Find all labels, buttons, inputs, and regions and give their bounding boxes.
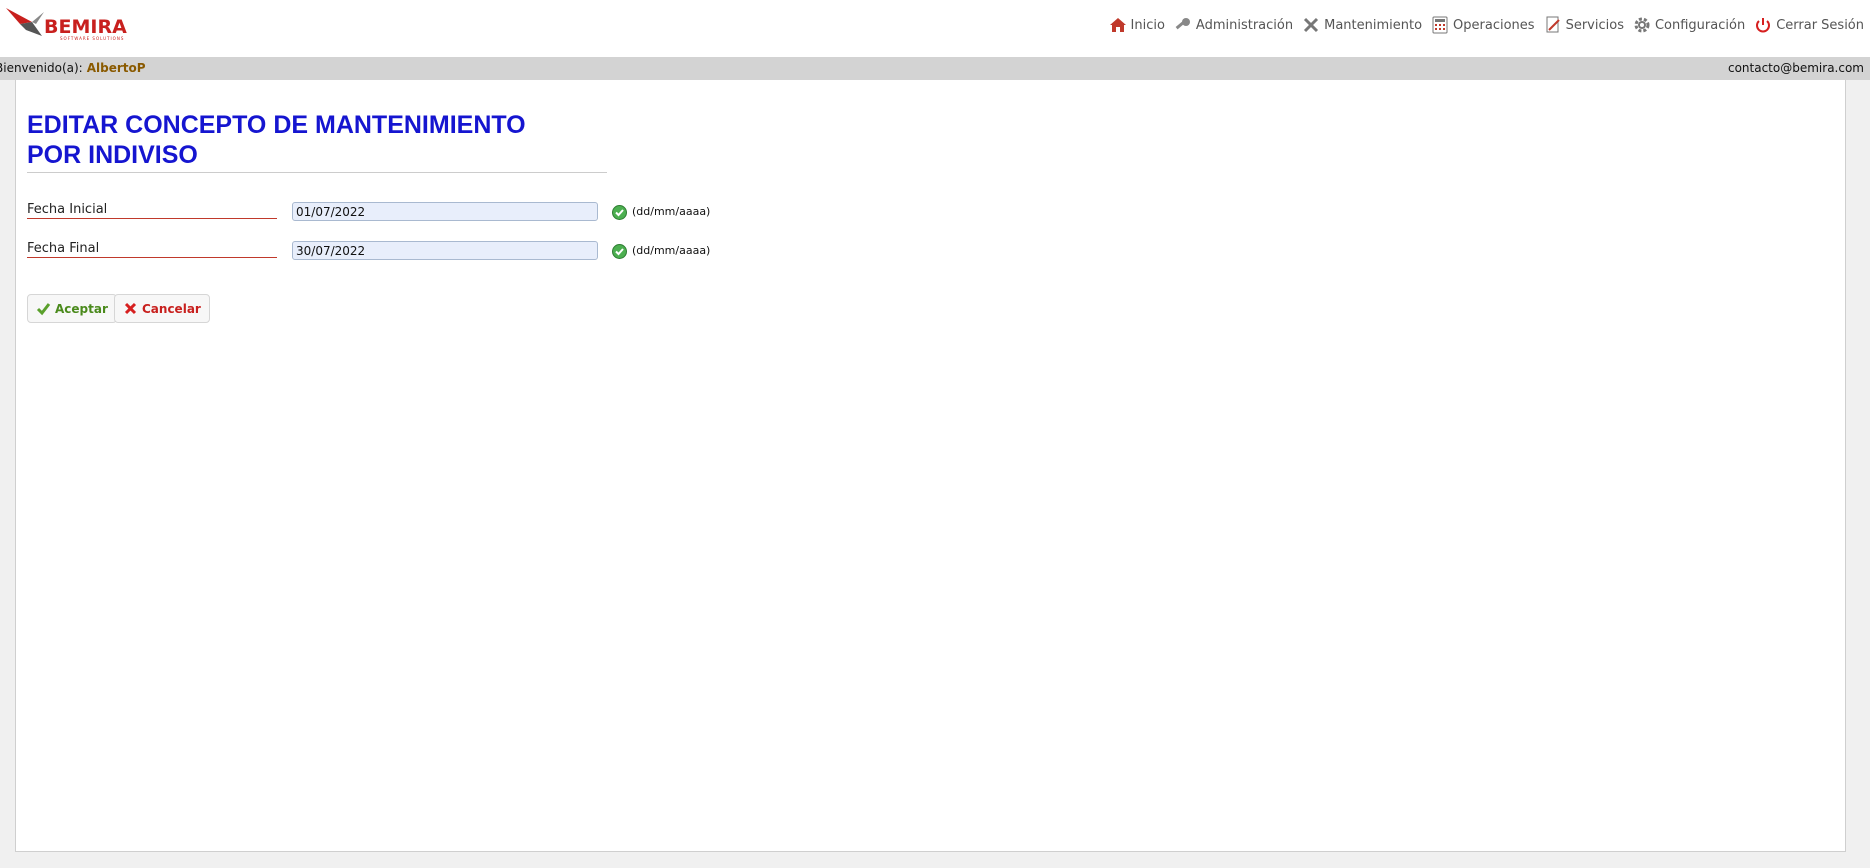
- nav-item-administracion[interactable]: Administración: [1174, 16, 1293, 34]
- nav-label: Configuración: [1654, 17, 1746, 33]
- page-title-line2: POR INDIVISO: [27, 141, 198, 169]
- nav-label: Administración: [1195, 17, 1294, 33]
- key-icon: [1175, 18, 1190, 30]
- nav-label: Operaciones: [1453, 17, 1535, 33]
- top-header: BEMIRA SOFTWARE SOLUTIONS Inicio Adminis…: [0, 0, 1870, 57]
- user-bar: Bienvenido(a): AlbertoP contacto@bemira.c…: [0, 57, 1870, 80]
- nav-item-cerrar-sesion[interactable]: Cerrar Sesión: [1754, 16, 1864, 34]
- nav-item-inicio[interactable]: Inicio: [1109, 16, 1165, 34]
- power-icon: [1756, 18, 1771, 33]
- date-format-hint: (dd/mm/aaaa): [632, 205, 711, 218]
- contact-email: contacto@bemira.com: [1727, 61, 1864, 75]
- fecha-inicial-input[interactable]: [292, 202, 598, 221]
- page-title: EDITAR CONCEPTO DE MANTENIMIENTO POR IND…: [27, 110, 607, 173]
- brand-logo[interactable]: BEMIRA SOFTWARE SOLUTIONS: [6, 6, 131, 46]
- cancel-button[interactable]: Cancelar: [114, 294, 210, 323]
- valid-check-icon: [612, 205, 627, 220]
- main-nav: Inicio Administración Mantenimiento Oper…: [1100, 14, 1864, 36]
- nav-label: Cerrar Sesión: [1776, 17, 1864, 33]
- gear-icon: [1634, 17, 1650, 33]
- accept-button-label: Aceptar: [55, 301, 108, 316]
- valid-check-icon: [612, 244, 627, 259]
- nav-item-servicios[interactable]: Servicios: [1544, 16, 1624, 34]
- document-edit-icon: [1546, 16, 1560, 33]
- tools-icon: [1304, 17, 1319, 33]
- accept-button[interactable]: Aceptar: [27, 294, 117, 323]
- checkmark-icon: [36, 303, 51, 316]
- brand-tagline: SOFTWARE SOLUTIONS: [60, 36, 125, 41]
- close-icon: [124, 302, 137, 315]
- fecha-final-label: Fecha Final: [27, 241, 277, 258]
- main-content: EDITAR CONCEPTO DE MANTENIMIENTO POR IND…: [15, 80, 1846, 852]
- nav-item-operaciones[interactable]: Operaciones: [1431, 16, 1535, 34]
- cancel-button-label: Cancelar: [142, 301, 201, 316]
- calculator-icon: [1432, 16, 1448, 34]
- username: AlbertoP: [86, 61, 146, 75]
- date-format-hint: (dd/mm/aaaa): [632, 244, 711, 257]
- welcome-text: Bienvenido(a): AlbertoP: [0, 61, 146, 75]
- welcome-label: Bienvenido(a):: [0, 61, 83, 75]
- logo-icon: [6, 8, 44, 36]
- page-title-line1: EDITAR CONCEPTO DE MANTENIMIENTO: [27, 111, 526, 139]
- nav-label: Inicio: [1130, 17, 1165, 33]
- fecha-inicial-label: Fecha Inicial: [27, 202, 277, 219]
- nav-label: Servicios: [1565, 17, 1624, 33]
- nav-item-mantenimiento[interactable]: Mantenimiento: [1302, 16, 1422, 34]
- home-icon: [1109, 18, 1126, 32]
- brand-name: BEMIRA: [44, 16, 127, 38]
- nav-label: Mantenimiento: [1324, 17, 1423, 33]
- nav-item-configuracion[interactable]: Configuración: [1633, 16, 1745, 34]
- fecha-final-input[interactable]: [292, 241, 598, 260]
